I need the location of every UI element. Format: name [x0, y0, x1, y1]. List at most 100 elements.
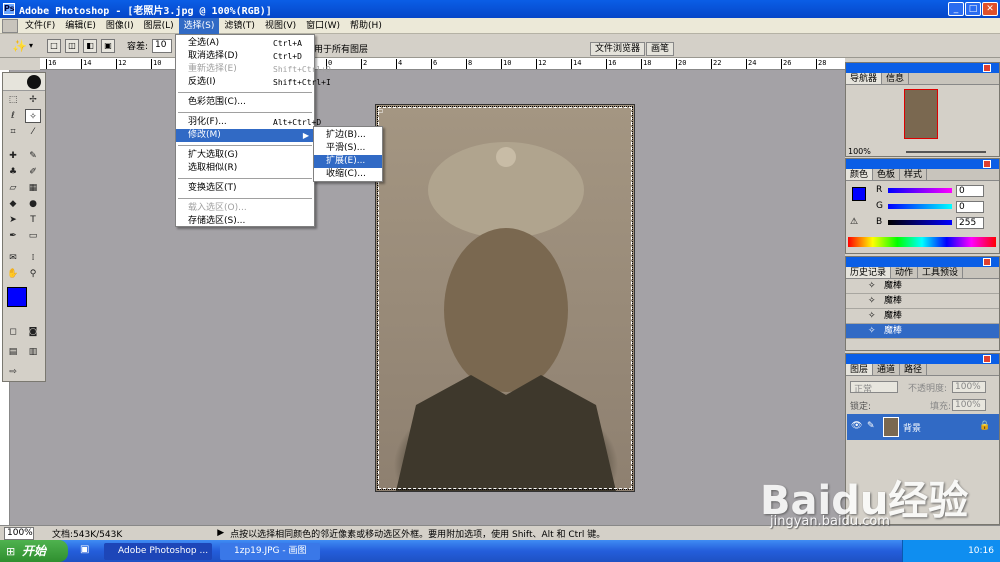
lasso-tool-icon[interactable]: ℓ: [5, 109, 21, 123]
select-menu-item-2[interactable]: 重新选择(E) Shift+Ctrl+D: [176, 63, 331, 76]
screen-mode-2-icon[interactable]: ▥: [25, 345, 41, 359]
history-brush-icon[interactable]: ✐: [25, 165, 41, 179]
notes-tool-icon[interactable]: ✉: [5, 251, 21, 265]
tab-file-browser[interactable]: 文件浏览器: [590, 42, 646, 56]
type-tool-icon[interactable]: T: [25, 213, 41, 227]
select-menu-item-13[interactable]: 变换选区(T): [176, 182, 314, 195]
menu-item-6[interactable]: 视图(V): [260, 18, 301, 34]
menu-item-2[interactable]: 图像(I): [101, 18, 139, 34]
b-value[interactable]: 255: [956, 217, 984, 229]
tab-history[interactable]: 历史记录: [846, 267, 892, 278]
layer-row-background[interactable]: 👁 ✎ 背景 🔒: [847, 414, 999, 440]
jump-to-imageready-icon[interactable]: ⇨: [5, 365, 21, 379]
menu-item-5[interactable]: 滤镜(T): [219, 18, 260, 34]
zoom-tool-icon[interactable]: ⚲: [25, 267, 41, 281]
status-doc-size[interactable]: 文档:543K/543K: [52, 527, 122, 540]
select-menu-item-11[interactable]: 选取相似(R): [176, 162, 314, 175]
toolbox-header[interactable]: [3, 73, 45, 91]
add-selection-icon[interactable]: ◫: [64, 38, 79, 53]
tab-tool-presets[interactable]: 工具预设: [918, 267, 964, 278]
minimize-button[interactable]: _: [948, 2, 964, 16]
history-item[interactable]: ✧ 魔棒: [846, 324, 999, 339]
tab-swatches[interactable]: 色板: [873, 169, 901, 180]
document-canvas[interactable]: ▫: [375, 104, 635, 492]
color-close-icon[interactable]: [983, 160, 991, 168]
modify-menu-item-1[interactable]: 平滑(S)...: [314, 142, 382, 155]
move-tool-icon[interactable]: ✢: [25, 93, 41, 107]
g-value[interactable]: 0: [956, 201, 984, 213]
history-item[interactable]: ✧ 魔棒: [846, 309, 999, 324]
select-menu-item-10[interactable]: 扩大选取(G): [176, 149, 314, 162]
tolerance-input[interactable]: 10: [152, 38, 173, 53]
tab-brushes[interactable]: 画笔: [646, 42, 675, 56]
r-value[interactable]: 0: [956, 185, 984, 197]
select-menu-item-5[interactable]: 色彩范围(C)...: [176, 96, 314, 109]
marquee-tool-icon[interactable]: ⬚: [5, 93, 21, 107]
tab-actions[interactable]: 动作: [891, 267, 919, 278]
tab-navigator[interactable]: 导航器: [846, 73, 883, 84]
history-item[interactable]: ✧ 魔棒: [846, 294, 999, 309]
intersect-selection-icon[interactable]: ▣: [100, 38, 115, 53]
magic-wand-preset-icon[interactable]: ✨: [12, 39, 27, 53]
close-button[interactable]: ✕: [982, 2, 998, 16]
blur-tool-icon[interactable]: ◆: [5, 197, 21, 211]
task-paint[interactable]: 1zp19.JPG - 画图: [220, 543, 320, 560]
menu-item-1[interactable]: 编辑(E): [60, 18, 101, 34]
opacity-value[interactable]: 100%: [952, 381, 986, 393]
modify-menu-item-3[interactable]: 收缩(C)...: [314, 168, 382, 181]
history-close-icon[interactable]: [983, 258, 991, 266]
screen-mode-1-icon[interactable]: ▤: [5, 345, 21, 359]
layers-close-icon[interactable]: [983, 355, 991, 363]
eraser-tool-icon[interactable]: ▱: [5, 181, 21, 195]
tab-styles[interactable]: 样式: [900, 169, 928, 180]
fill-value[interactable]: 100%: [952, 399, 986, 411]
blend-mode-select[interactable]: 正常: [850, 381, 898, 395]
tab-channels[interactable]: 通道: [873, 364, 901, 375]
menu-item-8[interactable]: 帮助(H): [345, 18, 387, 34]
maximize-button[interactable]: □: [965, 2, 981, 16]
eye-logo-icon[interactable]: [27, 75, 41, 89]
tab-color[interactable]: 颜色: [846, 169, 874, 180]
g-slider[interactable]: [888, 204, 952, 209]
history-item[interactable]: ✧ 魔棒: [846, 279, 999, 294]
menu-item-0[interactable]: 文件(F): [20, 18, 60, 34]
status-arrow-icon[interactable]: ▶: [217, 528, 224, 538]
quick-mask-icon[interactable]: ◙: [25, 325, 41, 339]
clone-stamp-icon[interactable]: ♣: [5, 165, 21, 179]
r-slider[interactable]: [888, 188, 952, 193]
navigator-close-icon[interactable]: [983, 64, 991, 72]
select-menu-item-16[interactable]: 存储选区(S)...: [176, 215, 314, 228]
select-menu-item-7[interactable]: 羽化(F)... Alt+Ctrl+D: [176, 116, 321, 129]
layer-name[interactable]: 背景: [903, 421, 921, 434]
select-menu-item-8[interactable]: 修改(M) ▶: [176, 129, 314, 142]
navigator-zoom-slider[interactable]: [906, 151, 986, 153]
modify-menu-item-0[interactable]: 扩边(B)...: [314, 129, 382, 142]
select-menu-item-3[interactable]: 反选(I) Shift+Ctrl+I: [176, 76, 331, 89]
quicklaunch-icon[interactable]: ▣: [80, 544, 89, 555]
brush-link-icon[interactable]: ✎: [867, 421, 875, 431]
pen-tool-icon[interactable]: ✒: [5, 229, 21, 243]
standard-mode-icon[interactable]: ◻: [5, 325, 21, 339]
shape-tool-icon[interactable]: ▭: [25, 229, 41, 243]
color-ramp[interactable]: [848, 237, 996, 247]
hand-tool-icon[interactable]: ✋: [5, 267, 21, 281]
status-zoom[interactable]: 100%: [4, 526, 34, 540]
doc-menu-icon[interactable]: [2, 18, 18, 33]
select-menu-item-15[interactable]: 载入选区(O)...: [176, 202, 314, 215]
subtract-selection-icon[interactable]: ◧: [82, 38, 97, 53]
brush-tool-icon[interactable]: ✎: [25, 149, 41, 163]
new-selection-icon[interactable]: □: [46, 38, 61, 53]
preset-dropdown-icon[interactable]: ▾: [29, 41, 33, 50]
gradient-tool-icon[interactable]: ▦: [25, 181, 41, 195]
foreground-color-swatch[interactable]: [7, 287, 27, 307]
task-photoshop[interactable]: Adobe Photoshop ...: [104, 543, 212, 560]
slice-tool-icon[interactable]: ⁄: [25, 125, 41, 139]
modify-menu-item-2[interactable]: 扩展(E)...: [314, 155, 382, 168]
healing-brush-icon[interactable]: ✚: [5, 149, 21, 163]
tab-paths[interactable]: 路径: [900, 364, 928, 375]
dodge-tool-icon[interactable]: ●: [25, 197, 41, 211]
select-menu-item-1[interactable]: 取消选择(D) Ctrl+D: [176, 50, 314, 63]
visibility-eye-icon[interactable]: 👁: [851, 421, 862, 431]
menu-item-7[interactable]: 窗口(W): [301, 18, 345, 34]
menu-item-3[interactable]: 图层(L): [139, 18, 179, 34]
